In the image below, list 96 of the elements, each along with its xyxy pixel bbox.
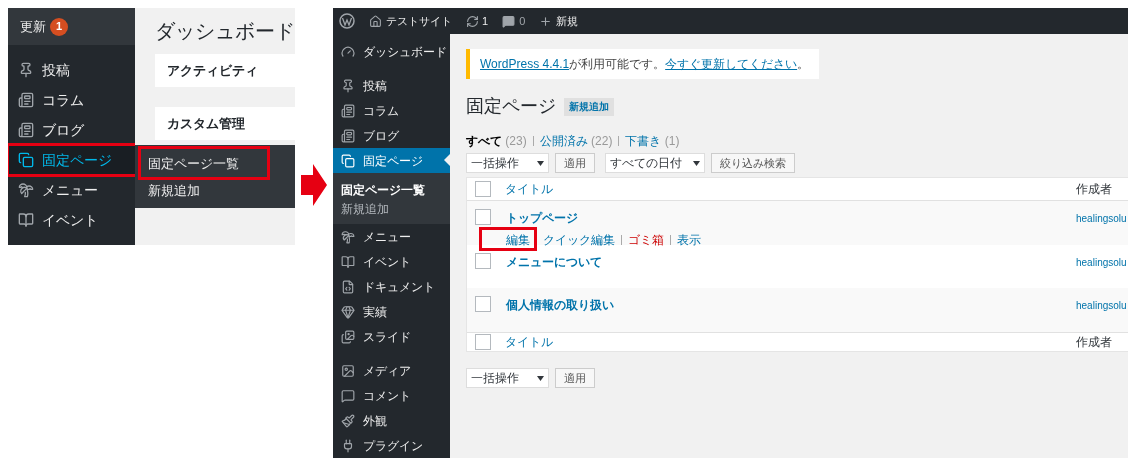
menu-item[interactable]: スライド [333, 324, 450, 349]
plug-icon [341, 438, 355, 453]
update-badge: 1 [50, 17, 68, 36]
slides-icon [341, 329, 355, 344]
caret-icon [537, 160, 544, 166]
checkbox[interactable] [475, 253, 491, 269]
menu-item[interactable]: コラム [8, 85, 135, 115]
document-icon [341, 279, 355, 294]
wordpress-logo[interactable] [339, 13, 355, 29]
updates-link[interactable]: 1 [466, 12, 489, 30]
row-action-link[interactable]: 表示 [677, 233, 701, 247]
caret-icon [693, 160, 700, 166]
menu-item[interactable]: ブログ [333, 123, 450, 148]
author-link[interactable]: healingsolu [1076, 288, 1127, 313]
column-header[interactable]: タイトル [505, 180, 553, 198]
checkbox[interactable] [475, 334, 491, 350]
palm-tree-icon [18, 182, 34, 198]
button[interactable]: 適用 [555, 368, 595, 388]
notice-text: 。 [797, 56, 810, 73]
menu-item[interactable]: メディア [333, 358, 450, 383]
submenu-item[interactable]: 新規追加 [333, 199, 450, 218]
view-filter-link[interactable]: すべて (23) [466, 132, 527, 150]
dropdown[interactable]: すべての日付 [605, 153, 705, 173]
menu-item[interactable]: イベント [8, 205, 135, 235]
dropdown[interactable]: 一括操作 [466, 368, 549, 388]
pages-icon [18, 152, 34, 168]
add-new-button[interactable]: 新規追加 [564, 97, 614, 116]
menu-item[interactable]: ドキュメント [333, 274, 450, 299]
refresh-icon [466, 14, 479, 28]
brush-icon [341, 413, 355, 428]
newspaper-icon [18, 92, 34, 108]
checkbox[interactable] [475, 181, 491, 197]
widget-header: アクティビティ [155, 54, 295, 87]
column-header[interactable]: タイトル [505, 333, 553, 351]
comment-icon [502, 14, 516, 28]
column-header: 作成者 [1076, 181, 1112, 198]
media-icon [341, 363, 355, 378]
new-link[interactable]: 新規 [539, 12, 579, 30]
pin-icon [341, 78, 355, 93]
menu-item[interactable]: 更新 [20, 16, 46, 37]
menu-item[interactable]: コラム [333, 98, 450, 123]
menu-item[interactable]: 固定ページ [8, 145, 135, 175]
gauge-icon [341, 44, 355, 59]
menu-item[interactable]: ダッシュボード [333, 39, 450, 64]
pages-icon [341, 153, 355, 168]
menu-item[interactable]: 投稿 [333, 73, 450, 98]
author-link[interactable]: healingsolu [1076, 201, 1127, 226]
row-action-link[interactable]: 編集 [506, 233, 530, 247]
page-title: ダッシュボード [155, 19, 295, 44]
submenu-item[interactable]: 固定ページ一覧 [333, 180, 450, 199]
home-icon [369, 14, 382, 28]
comments-link[interactable]: 0 [502, 12, 526, 30]
view-filter-link[interactable]: 公開済み (22) [539, 132, 613, 150]
dropdown[interactable]: 一括操作 [466, 153, 549, 173]
caret-icon [537, 375, 544, 381]
arrow-icon [301, 164, 327, 206]
submenu-item[interactable]: 新規追加 [135, 177, 295, 204]
menu-item[interactable]: メニュー [333, 224, 450, 249]
column-header: 作成者 [1076, 334, 1112, 351]
view-filter-link[interactable]: 下書き (1) [625, 132, 680, 150]
page-title: 固定ページ [466, 95, 556, 118]
newspaper-icon [18, 122, 34, 138]
menu-item[interactable]: コメント [333, 383, 450, 408]
gem-icon [341, 304, 355, 319]
menu-item[interactable]: 固定ページ [333, 148, 450, 173]
newspaper-icon [341, 103, 355, 118]
menu-item[interactable]: プラグイン [333, 433, 450, 458]
button[interactable]: 絞り込み検索 [711, 153, 795, 173]
menu-item[interactable]: メニュー [8, 175, 135, 205]
page-title-link[interactable]: メニューについて [506, 253, 602, 271]
checkbox[interactable] [475, 296, 491, 312]
book-icon [18, 212, 34, 228]
row-action-link[interactable]: クイック編集 [543, 233, 615, 247]
menu-item[interactable]: 実績 [333, 299, 450, 324]
menu-item[interactable]: イベント [333, 249, 450, 274]
site-link[interactable]: テストサイト [369, 12, 452, 30]
row-action-link[interactable]: ゴミ箱 [628, 233, 664, 247]
checkbox[interactable] [475, 209, 491, 225]
update-link[interactable]: 今すぐ更新してください [665, 55, 798, 73]
menu-item[interactable]: 投稿 [8, 55, 135, 85]
pin-icon [18, 62, 34, 78]
page-title-link[interactable]: 個人情報の取り扱い [506, 296, 614, 314]
newspaper-icon [341, 128, 355, 143]
widget-header: カスタム管理 [155, 107, 295, 140]
comment-icon [341, 388, 355, 403]
button[interactable]: 適用 [555, 153, 595, 173]
palm-tree-icon [341, 229, 355, 244]
submenu-item[interactable]: 固定ページ一覧 [135, 150, 295, 177]
version-link[interactable]: WordPress 4.4.1 [480, 55, 570, 73]
notice-text: が利用可能です。 [569, 56, 666, 73]
author-link[interactable]: healingsolu [1076, 245, 1127, 270]
menu-item[interactable]: 外観 [333, 408, 450, 433]
page-title-link[interactable]: トップページ [506, 209, 701, 227]
menu-item[interactable]: ブログ [8, 115, 135, 145]
book-icon [341, 254, 355, 269]
plus-icon [539, 14, 553, 28]
